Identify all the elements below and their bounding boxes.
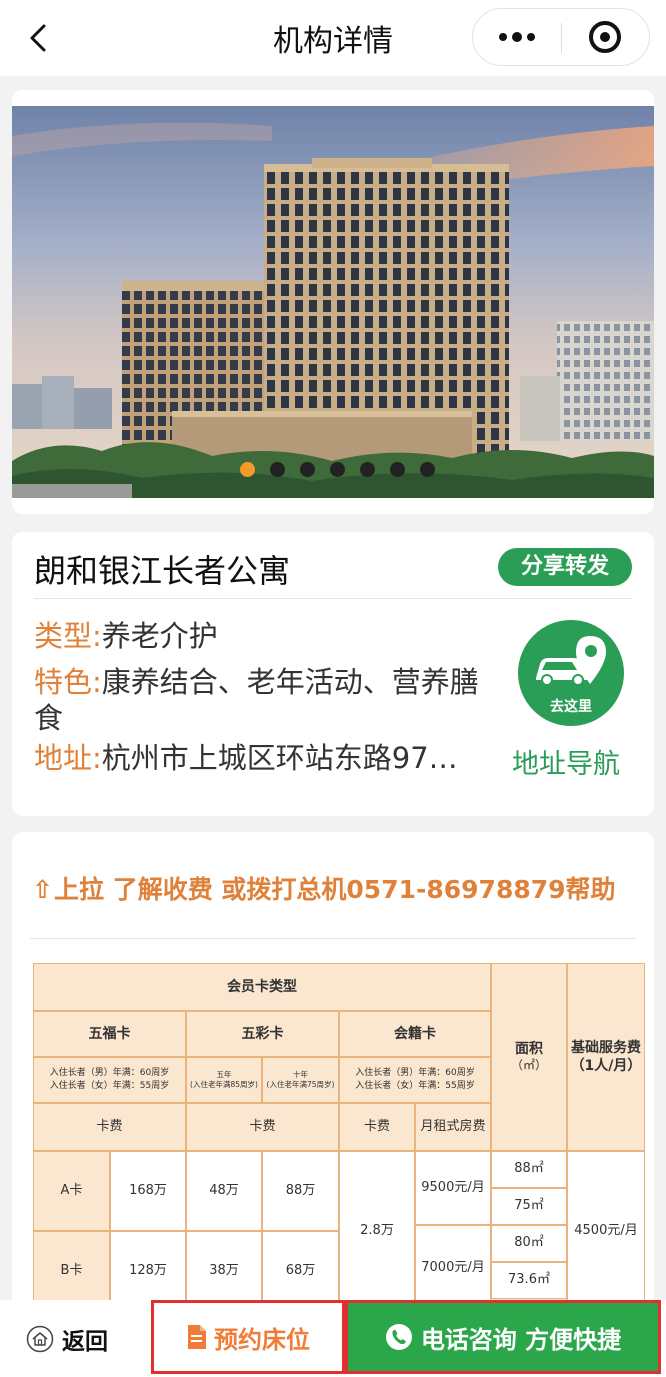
share-button[interactable]: 分享转发 [498, 548, 632, 586]
home-icon [26, 1325, 54, 1353]
carousel-dot[interactable] [240, 462, 255, 477]
back-label: 返回 [62, 1329, 108, 1355]
type-row: 类型:养老介护 [34, 618, 218, 654]
miniprogram-capsule [472, 8, 650, 66]
card2-10year: 十年 (入住老年满75周岁) [262, 1057, 339, 1103]
b-card2-5y-fee: 38万 [186, 1231, 262, 1303]
divider [30, 938, 636, 939]
card2-fee-label: 卡费 [186, 1103, 339, 1151]
area-value-4: 73.6㎡ [491, 1262, 567, 1299]
area-header: 面积 （㎡） [491, 963, 567, 1151]
address-value: 杭州市上城区环站东路97… [101, 741, 458, 775]
carousel-dot[interactable] [360, 462, 375, 477]
area-value-2: 75㎡ [491, 1188, 567, 1225]
divider [34, 598, 632, 599]
document-icon [188, 1325, 206, 1349]
institution-name: 朗和银江长者公寓 [34, 552, 291, 590]
area-unit: （㎡） [510, 1058, 547, 1073]
price-table: 会员卡类型 面积 （㎡） 基础服务费 （1人/月） 五福卡 五彩卡 会籍卡 入住长者… [33, 963, 645, 1303]
service-header-text: 基础服务费 [571, 1039, 641, 1056]
b-card2-10y-fee: 68万 [262, 1231, 339, 1303]
address-key: 地址: [34, 741, 102, 775]
a-card1-fee: 168万 [110, 1151, 186, 1231]
carousel-dot[interactable] [300, 462, 315, 477]
carousel-dot[interactable] [330, 462, 345, 477]
carousel-indicator [240, 462, 435, 477]
fee-tip-text: 上拉 了解收费 或拨打总机0571-86978879帮助 [54, 875, 616, 904]
card1-header: 五福卡 [33, 1011, 186, 1057]
service-fee-value: 4500元/月 [567, 1151, 645, 1303]
address-row: 地址:杭州市上城区环站东路97… [34, 740, 504, 776]
a-card2-10y-fee: 88万 [262, 1151, 339, 1231]
row-a-label: A卡 [33, 1151, 110, 1231]
area-header-text: 面积 [515, 1041, 543, 1058]
table-title: 会员卡类型 [33, 963, 491, 1011]
pull-up-arrow-icon: ⇧ [32, 875, 53, 904]
go-here-button[interactable]: 去这里 [518, 620, 624, 726]
banner-card [12, 90, 654, 514]
building-photo[interactable] [12, 106, 654, 498]
type-value: 养老介护 [101, 619, 218, 653]
go-here-label: 去这里 [550, 699, 592, 715]
car-location-icon [536, 636, 606, 686]
back-home-button[interactable]: 返回 [26, 1322, 108, 1356]
call-label: 电话咨询 方便快捷 [420, 1325, 622, 1354]
card3-header: 会籍卡 [339, 1011, 491, 1057]
phone-icon [385, 1324, 412, 1350]
institution-info-card: 朗和银江长者公寓 分享转发 类型:养老介护 特色:康养结合、老年活动、营养膳食 … [12, 532, 654, 816]
rent-value-1: 9500元/月 [415, 1151, 491, 1225]
card2-5year: 五年 (入住老年满85周岁) [186, 1057, 262, 1103]
card3-fee-value: 2.8万 [339, 1151, 415, 1303]
top-nav-bar: 机构详情 [0, 0, 666, 76]
bottom-action-bar: 返回 预约床位 电话咨询 方便快捷 [0, 1300, 666, 1377]
area-value-3: 80㎡ [491, 1225, 567, 1262]
address-navigation-link[interactable]: 地址导航 [512, 742, 620, 781]
phone-consult-button[interactable]: 电话咨询 方便快捷 [345, 1300, 661, 1374]
feature-key: 特色: [34, 665, 102, 699]
reserve-bed-button[interactable]: 预约床位 [151, 1300, 345, 1374]
area-value-1: 88㎡ [491, 1151, 567, 1188]
more-menu-icon[interactable] [473, 9, 561, 65]
fee-tip: ⇧上拉 了解收费 或拨打总机0571-86978879帮助 [32, 870, 616, 906]
reserve-label: 预约床位 [214, 1325, 310, 1354]
carousel-dot[interactable] [390, 462, 405, 477]
b-card1-fee: 128万 [110, 1231, 186, 1303]
card3-conditions: 入住长者（男）年满：60周岁 入住长者（女）年满：55周岁 [339, 1057, 491, 1103]
rent-value-2: 7000元/月 [415, 1225, 491, 1303]
card3-fee-label: 卡费 [339, 1103, 415, 1151]
card2-header: 五彩卡 [186, 1011, 339, 1057]
service-header: 基础服务费 （1人/月） [567, 963, 645, 1151]
feature-row: 特色:康养结合、老年活动、营养膳食 [34, 664, 504, 736]
card1-fee-label: 卡费 [33, 1103, 186, 1151]
service-unit: （1人/月） [570, 1058, 642, 1074]
type-key: 类型: [34, 619, 102, 653]
monthly-rent-label: 月租式房费 [415, 1103, 491, 1151]
card1-conditions: 入住长者（男）年满：60周岁 入住长者（女）年满：55周岁 [33, 1057, 186, 1103]
carousel-dot[interactable] [420, 462, 435, 477]
close-miniprogram-icon[interactable] [561, 9, 649, 65]
a-card2-5y-fee: 48万 [186, 1151, 262, 1231]
carousel-dot[interactable] [270, 462, 285, 477]
row-b-label: B卡 [33, 1231, 110, 1303]
